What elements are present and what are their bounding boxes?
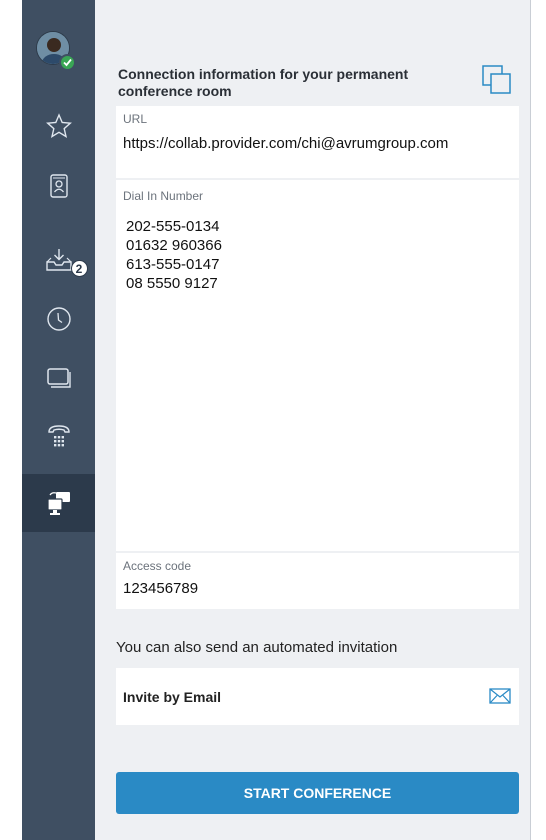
panel-right-border xyxy=(530,0,531,840)
sidebar-item-contacts[interactable] xyxy=(22,157,95,215)
sidebar-item-favorites[interactable] xyxy=(22,97,95,155)
panel-title: Connection information for your permanen… xyxy=(118,66,409,99)
invite-by-email-row[interactable]: Invite by Email xyxy=(116,668,519,725)
sidebar-item-conference[interactable] xyxy=(22,474,95,532)
dial-in-number[interactable]: 08 5550 9127 xyxy=(126,274,222,293)
phone-dialpad-icon xyxy=(47,425,70,447)
sidebar-item-inbox[interactable]: 2 xyxy=(22,231,95,289)
copy-button[interactable] xyxy=(480,63,514,97)
user-avatar[interactable] xyxy=(36,31,76,71)
dial-in-field: Dial In Number 202-555-0134 01632 960366… xyxy=(116,180,519,551)
dial-in-number[interactable]: 202-555-0134 xyxy=(126,217,222,236)
dial-in-number-list: 202-555-0134 01632 960366 613-555-0147 0… xyxy=(126,217,222,293)
windows-icon xyxy=(46,368,71,388)
conference-icon xyxy=(46,492,70,515)
mail-icon[interactable] xyxy=(489,688,511,704)
conference-panel: Connection information for your permanen… xyxy=(95,0,530,840)
dial-in-label: Dial In Number xyxy=(123,189,204,203)
start-conference-button[interactable]: START CONFERENCE xyxy=(116,772,519,814)
dial-in-number[interactable]: 613-555-0147 xyxy=(126,255,222,274)
url-value[interactable]: https://collab.provider.com/chi@avrumgro… xyxy=(123,135,448,152)
invite-by-email-label: Invite by Email xyxy=(123,688,222,705)
sidebar-item-history[interactable] xyxy=(22,290,95,348)
sidebar-item-windows[interactable] xyxy=(22,348,95,406)
presence-check-icon xyxy=(59,54,76,71)
sidebar-item-phone[interactable] xyxy=(22,406,95,464)
access-code-label: Access code xyxy=(123,559,192,573)
inbox-count-badge: 2 xyxy=(70,260,88,277)
clock-icon xyxy=(46,307,71,331)
star-icon xyxy=(45,113,72,138)
sidebar: 2 xyxy=(22,0,95,840)
access-code-field: Access code 123456789 xyxy=(116,553,519,609)
url-label: URL xyxy=(123,112,148,126)
access-code-value[interactable]: 123456789 xyxy=(123,580,198,597)
automated-invitation-text: You can also send an automated invitatio… xyxy=(116,639,398,656)
contacts-icon xyxy=(49,174,68,198)
inbox-tray-icon xyxy=(45,249,72,271)
dial-in-number[interactable]: 01632 960366 xyxy=(126,236,222,255)
copy-icon xyxy=(482,65,511,94)
url-field[interactable]: URL https://collab.provider.com/chi@avru… xyxy=(116,106,519,178)
